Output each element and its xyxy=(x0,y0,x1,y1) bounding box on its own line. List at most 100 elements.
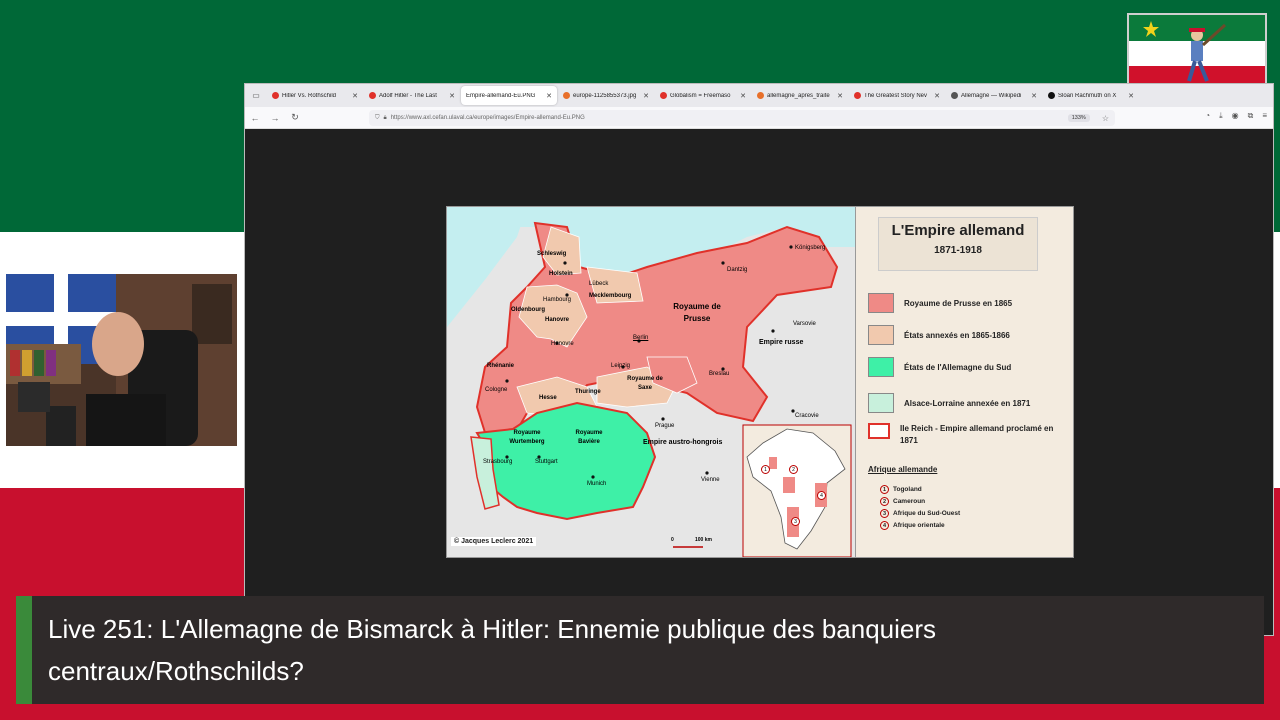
browser-window: ▭ Hitler Vs. Rothschild ✕ Adolf Hitler -… xyxy=(244,83,1274,636)
shield-icon: ⛉ xyxy=(375,114,380,121)
map-label-vienne: Vienne xyxy=(701,477,720,483)
map-credit: © Jacques Leclerc 2021 xyxy=(451,537,537,546)
map-label-prague: Prague xyxy=(655,423,675,429)
map-label-munich: Munich xyxy=(587,481,607,487)
map-label-baviere: Royaume Bavière xyxy=(575,430,603,445)
close-icon[interactable]: ✕ xyxy=(643,92,649,100)
africa-title: Afrique allemande xyxy=(868,465,938,474)
map-label-autriche: Empire austro-hongrois xyxy=(643,439,723,446)
zoom-indicator[interactable]: 133% xyxy=(1067,114,1090,122)
map-title-box: L'Empire allemand 1871-1918 xyxy=(878,217,1038,271)
map-label-konigsberg: Königsberg xyxy=(795,245,826,251)
map-label-schleswig: Schleswig xyxy=(537,251,567,257)
map-label-leipzig: Leipzig xyxy=(611,363,631,369)
africa-item-4: 4 Afrique orientale xyxy=(880,521,945,530)
legend-swatch xyxy=(868,293,894,313)
map-label-oldenbourg: Oldenbourg xyxy=(511,307,545,313)
tab-5[interactable]: allemagne_apres_traite ✕ xyxy=(752,86,848,105)
stream-caption-bar: Live 251: L'Allemagne de Bismarck à Hitl… xyxy=(16,596,1264,704)
legend-swatch xyxy=(868,423,890,439)
favicon-icon xyxy=(660,92,667,99)
menu-icon[interactable]: ≡ xyxy=(1262,111,1267,121)
tab-bar: ▭ Hitler Vs. Rothschild ✕ Adolf Hitler -… xyxy=(245,84,1273,107)
africa-marker-4: 4 xyxy=(817,491,826,500)
close-icon[interactable]: ✕ xyxy=(1128,92,1134,100)
tab-3[interactable]: europe-1125855373.jpg ✕ xyxy=(558,86,654,105)
bookmark-star-icon[interactable]: ☆ xyxy=(1102,114,1109,123)
account-icon[interactable]: ◉ xyxy=(1232,111,1239,121)
close-icon[interactable]: ✕ xyxy=(837,92,843,100)
patriote-flag xyxy=(1127,13,1267,94)
africa-marker-3: 3 xyxy=(791,517,800,526)
close-icon[interactable]: ✕ xyxy=(546,92,552,100)
map-scale-label: 100 km xyxy=(695,537,712,543)
tab-7[interactable]: Allemagne — Wikipédi ✕ xyxy=(946,86,1042,105)
favicon-icon xyxy=(757,92,764,99)
youtube-favicon-icon xyxy=(272,92,279,99)
legend-item-alsace: Alsace-Lorraine annexée en 1871 xyxy=(868,393,1030,413)
legend-item-prusse: Royaume de Prusse en 1865 xyxy=(868,293,1012,313)
tab-6[interactable]: The Greatest Story Nev ✕ xyxy=(849,86,945,105)
africa-item-3: 3 Afrique du Sud-Ouest xyxy=(880,509,960,518)
map-label-holstein: Holstein xyxy=(549,271,573,277)
map-label-breslau: Breslau xyxy=(709,371,730,377)
webcam-feed xyxy=(6,274,237,446)
pocket-icon[interactable]: ◔ xyxy=(1205,111,1210,121)
africa-item-1: 1 Togoland xyxy=(880,485,922,494)
map-label-cologne: Cologne xyxy=(485,387,508,393)
legend-item-sud: États de l'Allemagne du Sud xyxy=(868,357,1011,377)
map-label-lubeck: Lübeck xyxy=(589,281,609,287)
map-label-empire-russe: Empire russe xyxy=(759,339,804,346)
legend-item-reich: IIe Reich - Empire allemand proclamé en … xyxy=(868,423,1060,447)
map-label-prusse: Royaume de Prusse xyxy=(673,302,721,323)
tab-list-icon[interactable]: ▭ xyxy=(245,84,267,107)
map-title: L'Empire allemand xyxy=(891,222,1025,239)
reload-icon[interactable]: ↻ xyxy=(285,112,305,123)
back-arrow-icon[interactable]: ← xyxy=(245,113,265,123)
legend-swatch xyxy=(868,325,894,345)
empire-allemand-map-image: Schleswig Holstein Lübeck Mecklembourg H… xyxy=(446,206,1074,558)
download-icon[interactable]: ⤓ xyxy=(1219,111,1223,121)
map-label-saxe: Royaume de Saxe xyxy=(627,376,663,391)
toolbar-icons: ◔ ⤓ ◉ ⧉ ≡ xyxy=(1205,111,1267,121)
navigation-bar: ← → ↻ ⛉ 🔒︎ https://www.axl.cefan.ulaval.… xyxy=(245,107,1273,129)
map-label-strasbourg: Strasbourg xyxy=(483,459,513,465)
map-label-mecklembourg: Mecklembourg xyxy=(589,293,632,299)
map-label-cracovie: Cracovie xyxy=(795,413,819,419)
url-bar[interactable]: ⛉ 🔒︎ https://www.axl.cefan.ulaval.ca/eur… xyxy=(369,110,1115,126)
map-label-thuringe: Thuringe xyxy=(575,389,601,395)
url-text: https://www.axl.cefan.ulaval.ca/europe/i… xyxy=(390,115,585,121)
close-icon[interactable]: ✕ xyxy=(1031,92,1037,100)
tab-4[interactable]: Globalism = Freemaso ✕ xyxy=(655,86,751,105)
africa-marker-1: 1 xyxy=(761,465,770,474)
map-legend: L'Empire allemand 1871-1918 Royaume de P… xyxy=(855,207,1073,557)
wikipedia-favicon-icon xyxy=(951,92,958,99)
map-label-hambourg: Hambourg xyxy=(543,297,572,303)
favicon-icon xyxy=(854,92,861,99)
favicon-icon xyxy=(369,92,376,99)
tab-0[interactable]: Hitler Vs. Rothschild ✕ xyxy=(267,86,363,105)
stream-title: Live 251: L'Allemagne de Bismarck à Hitl… xyxy=(48,614,937,686)
favicon-icon xyxy=(563,92,570,99)
map-scale-zero: 0 xyxy=(671,537,674,543)
lock-icon: 🔒︎ xyxy=(383,114,387,121)
close-icon[interactable]: ✕ xyxy=(449,92,455,100)
africa-marker-2: 2 xyxy=(789,465,798,474)
close-icon[interactable]: ✕ xyxy=(352,92,358,100)
extensions-icon[interactable]: ⧉ xyxy=(1248,111,1254,121)
caption-accent xyxy=(16,596,32,704)
legend-swatch xyxy=(868,357,894,377)
map-label-varsovie: Varsovie xyxy=(793,321,816,327)
map-label-hesse: Hesse xyxy=(539,395,557,401)
map-label-wurtemberg: Royaume Wurtemberg xyxy=(509,430,545,445)
map-label-dantzig: Dantzig xyxy=(727,267,748,273)
close-icon[interactable]: ✕ xyxy=(934,92,940,100)
close-icon[interactable]: ✕ xyxy=(740,92,746,100)
legend-item-annexes: États annexés en 1865-1866 xyxy=(868,325,1010,345)
forward-arrow-icon[interactable]: → xyxy=(265,113,285,123)
tab-8[interactable]: Sloan Rachmuth on X ✕ xyxy=(1043,86,1139,105)
map-label-berlin: Berlin xyxy=(633,335,649,341)
legend-swatch xyxy=(868,393,894,413)
tab-2[interactable]: Empire-allemand-Eu.PNG ✕ xyxy=(461,86,557,105)
tab-1[interactable]: Adolf Hitler - The Last ✕ xyxy=(364,86,460,105)
